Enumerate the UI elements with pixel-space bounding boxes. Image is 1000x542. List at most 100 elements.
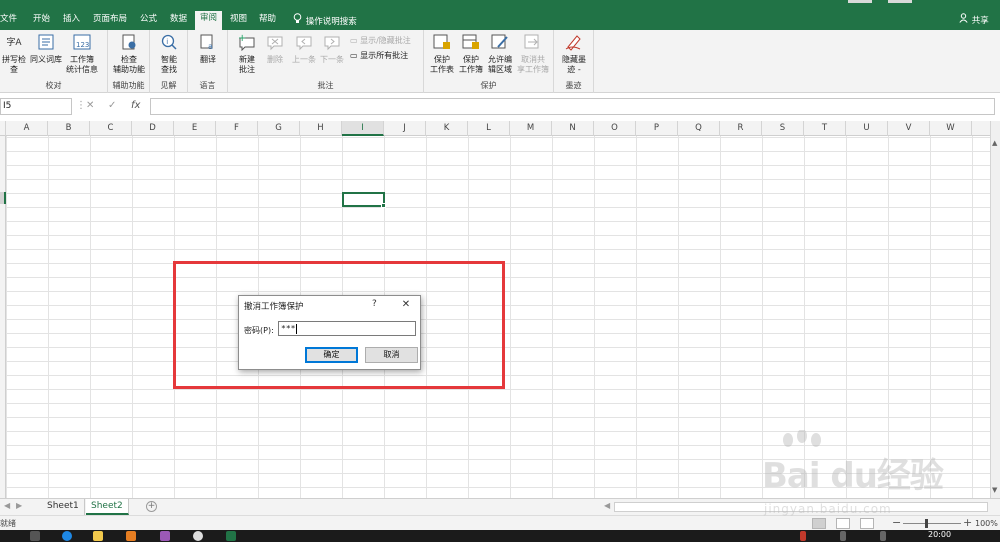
column-header-k[interactable]: K [426,121,468,136]
column-header-s[interactable]: S [762,121,804,136]
toggle-comment-button[interactable]: ▭ 显示/隐藏批注 [350,35,411,46]
zoom-slider-thumb[interactable] [925,519,928,528]
column-header-c[interactable]: C [90,121,132,136]
sheet-tab-sheet2[interactable]: Sheet2 [86,499,129,515]
column-header-g[interactable]: G [258,121,300,136]
allow-edit-ranges-button[interactable]: 允许编 辑区域 [485,33,515,75]
workbook-statistics-button[interactable]: 123 工作簿 统计信息 [64,33,100,75]
column-header-a[interactable]: A [6,121,48,136]
column-header-u[interactable]: U [846,121,888,136]
cancel-edit-icon[interactable]: ✕ [86,100,94,111]
tell-me-search[interactable]: 操作说明搜索 [292,13,357,28]
scroll-down-icon[interactable]: ▼ [992,486,997,494]
excel-window: 文件 开始 插入 页面布局 公式 数据 审阅 视图 帮助 操作说明搜索 共享 字… [0,0,1000,542]
tray-icon[interactable] [800,531,806,541]
protect-workbook-button[interactable]: 保护 工作簿 [457,33,485,75]
column-header-l[interactable]: L [468,121,510,136]
translate-button[interactable]: a 翻译 [192,33,224,65]
column-header-p[interactable]: P [636,121,678,136]
password-field[interactable]: *** [278,321,416,336]
file-explorer-icon[interactable] [93,531,103,541]
minimize-area[interactable] [848,0,872,3]
check-accessibility-button[interactable]: 检查 辅助功能 [110,33,148,75]
delete-comment-button[interactable]: 删除 [262,33,288,65]
hide-ink-label-1: 隐藏墨 [562,55,586,64]
previous-comment-button[interactable]: 上一条 [290,33,318,65]
tab-page-layout[interactable]: 页面布局 [93,13,127,25]
column-header-w[interactable]: W [930,121,972,136]
tab-home[interactable]: 开始 [33,13,50,25]
taskbar-clock[interactable]: 20:00 [928,530,951,539]
cancel-button[interactable]: 取消 [365,347,418,363]
tab-view[interactable]: 视图 [230,13,247,25]
show-all-comments-button[interactable]: ▭ 显示所有批注 [350,50,408,61]
column-header-j[interactable]: J [384,121,426,136]
hide-ink-button[interactable]: 隐藏墨 迹 - [557,33,591,75]
vertical-scrollbar[interactable]: ▲ ▼ [990,121,1000,498]
spell-check-button[interactable]: 字A 拼写检查 [0,33,28,75]
thesaurus-button[interactable]: 同义词库 [30,33,62,65]
unprotect-workbook-dialog: 撤消工作簿保护 ? ✕ 密码(P): *** 确定 取消 [238,295,421,370]
task-view-icon[interactable] [30,531,40,541]
browser-icon[interactable] [62,531,72,541]
chrome-icon[interactable] [193,531,203,541]
column-header-i[interactable]: I [342,121,384,136]
unshare-icon [522,33,544,53]
sheet-next-icon[interactable]: ▶ [16,501,22,510]
scroll-up-icon[interactable]: ▲ [992,139,997,147]
tab-formulas[interactable]: 公式 [140,13,157,25]
sheet-tab-sheet1[interactable]: Sheet1 [42,499,85,515]
column-header-h[interactable]: H [300,121,342,136]
new-comment-button[interactable]: + 新建 批注 [232,33,262,75]
column-header-b[interactable]: B [48,121,90,136]
sheet-prev-icon[interactable]: ◀ [4,501,10,510]
protect-sheet-button[interactable]: 保护 工作表 [428,33,456,75]
group-insights: i 智能 查找 见解 [150,30,188,93]
tab-help[interactable]: 帮助 [259,13,276,25]
group-label-comments: 批注 [317,81,334,90]
tab-file[interactable]: 文件 [0,13,17,25]
insert-function-icon[interactable]: fx [131,100,140,111]
delete-comment-icon [264,33,286,53]
column-header-n[interactable]: N [552,121,594,136]
hscroll-left-icon[interactable]: ◀ [604,501,610,510]
share-button[interactable]: 共享 [958,13,989,27]
restore-area[interactable] [888,0,912,3]
app-icon-2[interactable] [160,531,170,541]
protect-sheet-icon [431,33,453,53]
column-header-q[interactable]: Q [678,121,720,136]
column-header-f[interactable]: F [216,121,258,136]
close-icon[interactable]: ✕ [399,298,413,312]
add-sheet-button[interactable]: + [146,501,157,512]
help-button[interactable]: ? [372,299,377,309]
column-header-v[interactable]: V [888,121,930,136]
smart-lookup-button[interactable]: i 智能 查找 [153,33,185,75]
formula-input[interactable] [150,98,995,115]
column-header-d[interactable]: D [132,121,174,136]
ok-button[interactable]: 确定 [305,347,358,363]
tab-data[interactable]: 数据 [170,13,187,25]
tab-review[interactable]: 审阅 [195,11,223,30]
zoom-level[interactable]: 100% [975,519,998,528]
column-header-o[interactable]: O [594,121,636,136]
volume-icon[interactable] [880,531,886,541]
app-icon[interactable] [126,531,136,541]
column-header-e[interactable]: E [174,121,216,136]
tab-insert[interactable]: 插入 [63,13,80,25]
name-box[interactable]: I5 [0,98,72,115]
fill-handle[interactable] [381,203,386,208]
column-header-m[interactable]: M [510,121,552,136]
tray-icon-2[interactable] [840,531,846,541]
unshare-workbook-button[interactable]: 取消共 享工作簿 [516,33,550,75]
column-header-r[interactable]: R [720,121,762,136]
enter-edit-icon[interactable]: ✓ [108,100,116,111]
unshare-label-1: 取消共 [521,55,545,64]
excel-icon[interactable] [226,531,236,541]
group-label-insights: 见解 [160,81,177,90]
zoom-slider[interactable] [903,523,961,524]
hide-ink-label-2: 迹 - [567,65,581,74]
active-cell[interactable] [342,192,386,208]
column-header-t[interactable]: T [804,121,846,136]
next-comment-button[interactable]: 下一条 [318,33,346,65]
group-language: a 翻译 语言 [188,30,228,93]
